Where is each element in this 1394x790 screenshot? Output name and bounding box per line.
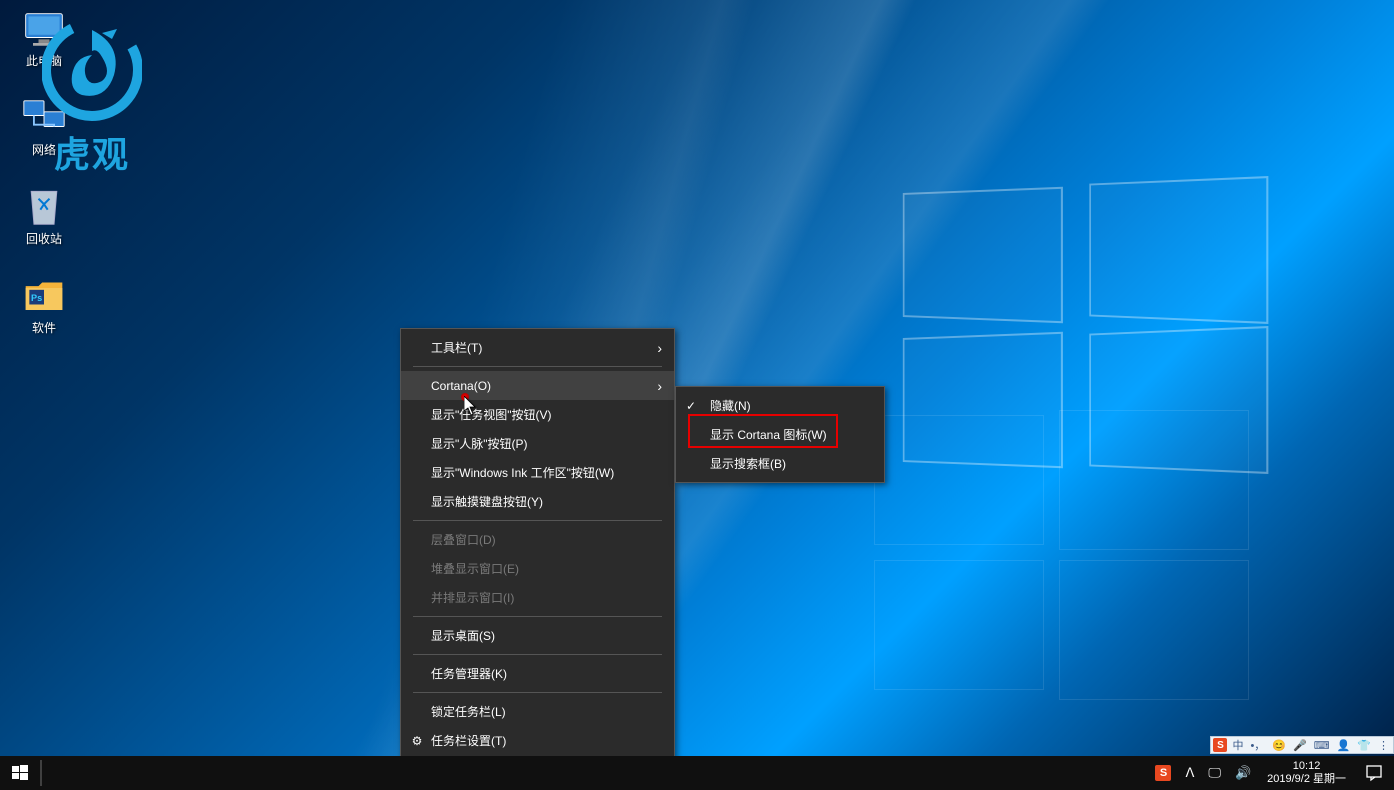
menu-item-cortana[interactable]: Cortana(O) [401, 371, 674, 400]
menu-item-label: 锁定任务栏(L) [431, 703, 506, 720]
taskbar-spacer[interactable] [42, 756, 1147, 790]
menu-item-label: 显示"任务视图"按钮(V) [431, 406, 552, 423]
this-pc-icon [22, 8, 66, 48]
menu-item-lock[interactable]: 锁定任务栏(L) [401, 697, 674, 726]
windows-logo-icon [12, 765, 28, 781]
menu-item-people[interactable]: 显示"人脉"按钮(P) [401, 429, 674, 458]
desktop-icon-this-pc[interactable]: 此电脑 [6, 8, 82, 69]
desktop-icon-label: 此电脑 [26, 52, 62, 69]
menu-item-cascade: 层叠窗口(D) [401, 525, 674, 554]
menu-item-label: 显示触摸键盘按钮(Y) [431, 493, 543, 510]
ime-toolbar[interactable]: S 中 •， 😊 🎤 ⌨ 👤 👕 ⋮ [1210, 736, 1394, 754]
wallpaper-reflection [874, 480, 1294, 700]
desktop[interactable]: 此电脑 网络 回收站 Ps 软件 虎观 工具栏(T)Co [0, 0, 1394, 790]
menu-item-label: 堆叠显示窗口(E) [431, 560, 519, 577]
menu-item-toolbars[interactable]: 工具栏(T) [401, 333, 674, 362]
tray-overflow-icon[interactable]: ᐱ [1181, 756, 1198, 790]
ime-more-icon[interactable]: ⋮ [1376, 739, 1391, 752]
ime-lang-toggle[interactable]: 中 [1230, 737, 1245, 753]
menu-item-stacked: 堆叠显示窗口(E) [401, 554, 674, 583]
menu-item-touchkb[interactable]: 显示触摸键盘按钮(Y) [401, 487, 674, 516]
desktop-icon-software[interactable]: Ps 软件 [6, 275, 82, 336]
menu-item-taskview[interactable]: 显示"任务视图"按钮(V) [401, 400, 674, 429]
menu-separator [413, 520, 662, 521]
check-icon: ✓ [686, 399, 696, 413]
menu-item-taskmgr[interactable]: 任务管理器(K) [401, 659, 674, 688]
clock-time: 10:12 [1267, 760, 1346, 773]
recycle-bin-icon [22, 186, 66, 226]
desktop-icon-label: 软件 [32, 319, 56, 336]
menu-item-label: 工具栏(T) [431, 339, 482, 356]
menu-item-label: Cortana(O) [431, 379, 491, 393]
menu-item-label: 显示"Windows Ink 工作区"按钮(W) [431, 464, 614, 481]
ime-punct-toggle[interactable]: •， [1248, 737, 1267, 753]
menu-separator [413, 692, 662, 693]
submenu-item-label: 显示 Cortana 图标(W) [710, 426, 827, 443]
clock-date: 2019/9/2 星期一 [1267, 773, 1346, 786]
menu-separator [413, 654, 662, 655]
menu-item-settings[interactable]: ⚙ 任务栏设置(T) [401, 726, 674, 755]
ime-account-icon[interactable]: 👤 [1335, 739, 1353, 752]
submenu-item-hide[interactable]: ✓ 隐藏(N) [676, 391, 884, 420]
ime-keyboard-icon[interactable]: ⌨ [1312, 739, 1332, 752]
menu-item-label: 任务管理器(K) [431, 665, 507, 682]
menu-item-label: 任务栏设置(T) [431, 732, 506, 749]
desktop-icon-label: 回收站 [26, 230, 62, 247]
menu-item-label: 显示"人脉"按钮(P) [431, 435, 528, 452]
desktop-icon-recycle-bin[interactable]: 回收站 [6, 186, 82, 247]
taskbar-clock[interactable]: 10:12 2019/9/2 星期一 [1259, 756, 1354, 790]
ime-sogou-icon[interactable]: S [1213, 738, 1227, 752]
action-center-icon [1365, 764, 1383, 782]
menu-separator [413, 366, 662, 367]
menu-item-label: 并排显示窗口(I) [431, 589, 514, 606]
desktop-icon-label: 网络 [32, 141, 56, 158]
ime-voice-icon[interactable]: 🎤 [1291, 739, 1309, 752]
menu-item-label: 层叠窗口(D) [431, 531, 496, 548]
taskbar-context-menu: 工具栏(T) Cortana(O) 显示"任务视图"按钮(V) 显示"人脉"按钮(P)… [400, 328, 675, 760]
menu-item-showdesktop[interactable]: 显示桌面(S) [401, 621, 674, 650]
ime-skin-icon[interactable]: 👕 [1355, 739, 1373, 752]
svg-text:Ps: Ps [31, 292, 42, 302]
submenu-item-label: 隐藏(N) [710, 397, 751, 414]
desktop-icon-network[interactable]: 网络 [6, 97, 82, 158]
gear-icon: ⚙ [409, 734, 425, 748]
system-tray: S ᐱ 🖵 🔊 [1147, 756, 1259, 790]
menu-separator [413, 616, 662, 617]
desktop-icons: 此电脑 网络 回收站 Ps 软件 [6, 8, 82, 336]
cortana-sub-menu: ✓ 隐藏(N) 显示 Cortana 图标(W) 显示搜索框(B) [675, 386, 885, 483]
tray-sogou-icon[interactable]: S [1151, 756, 1175, 790]
start-button[interactable] [0, 756, 40, 790]
menu-item-sidebyside: 并排显示窗口(I) [401, 583, 674, 612]
tray-network-icon[interactable]: 🖵 [1204, 756, 1225, 790]
submenu-item-show-box[interactable]: 显示搜索框(B) [676, 449, 884, 478]
ime-emoji-icon[interactable]: 😊 [1270, 739, 1288, 752]
taskbar[interactable]: S ᐱ 🖵 🔊 10:12 2019/9/2 星期一 [0, 756, 1394, 790]
folder-icon: Ps [22, 275, 66, 315]
menu-item-ink[interactable]: 显示"Windows Ink 工作区"按钮(W) [401, 458, 674, 487]
submenu-item-label: 显示搜索框(B) [710, 455, 786, 472]
action-center-button[interactable] [1354, 756, 1394, 790]
network-icon [22, 97, 66, 137]
submenu-item-show-icon[interactable]: 显示 Cortana 图标(W) [676, 420, 884, 449]
menu-item-label: 显示桌面(S) [431, 627, 495, 644]
tray-volume-icon[interactable]: 🔊 [1231, 756, 1255, 790]
